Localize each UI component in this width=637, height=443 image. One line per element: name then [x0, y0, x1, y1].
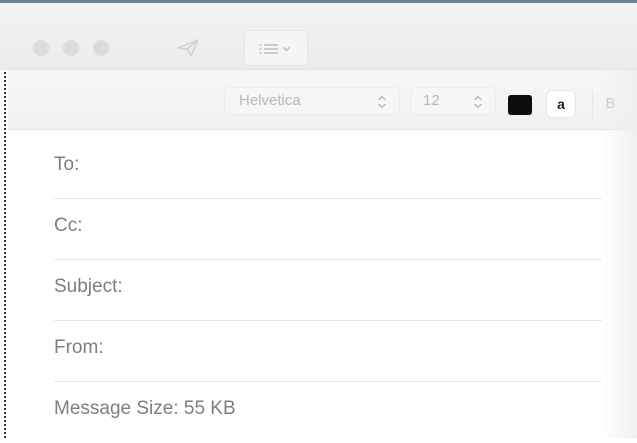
font-family-value: Helvetica — [239, 92, 301, 109]
subject-field[interactable]: Subject: — [12, 259, 602, 321]
cc-label: Cc: — [54, 215, 83, 236]
send-button[interactable] — [162, 31, 214, 65]
cc-field[interactable]: Cc: — [12, 198, 602, 260]
up-down-chevron-icon — [378, 95, 386, 109]
font-family-select[interactable]: Helvetica — [224, 87, 400, 115]
zoom-button[interactable] — [93, 40, 109, 56]
font-size-select[interactable]: 12 — [410, 87, 496, 115]
compose-toolbar — [0, 3, 637, 70]
subject-label: Subject: — [54, 276, 123, 297]
list-chevron-icon — [259, 44, 291, 54]
highlight-color-button[interactable]: a — [546, 90, 576, 118]
message-size-label: Message Size: 55 KB — [54, 398, 236, 419]
selection-border — [4, 72, 6, 438]
paper-plane-icon — [177, 39, 199, 57]
font-size-value: 12 — [423, 92, 440, 109]
from-field[interactable]: From: — [12, 320, 602, 382]
to-label: To: — [54, 154, 80, 175]
from-label: From: — [54, 337, 104, 358]
header-fields-menu-button[interactable] — [244, 30, 308, 66]
close-button[interactable] — [33, 40, 49, 56]
format-bar: Helvetica 12 a B — [8, 70, 637, 130]
text-color-swatch[interactable] — [508, 95, 532, 115]
up-down-chevron-icon — [474, 95, 482, 109]
to-field[interactable]: To: — [12, 137, 602, 199]
window-edge-shadow — [600, 70, 637, 438]
minimize-button[interactable] — [63, 40, 79, 56]
message-size-row: Message Size: 55 KB — [12, 381, 602, 443]
